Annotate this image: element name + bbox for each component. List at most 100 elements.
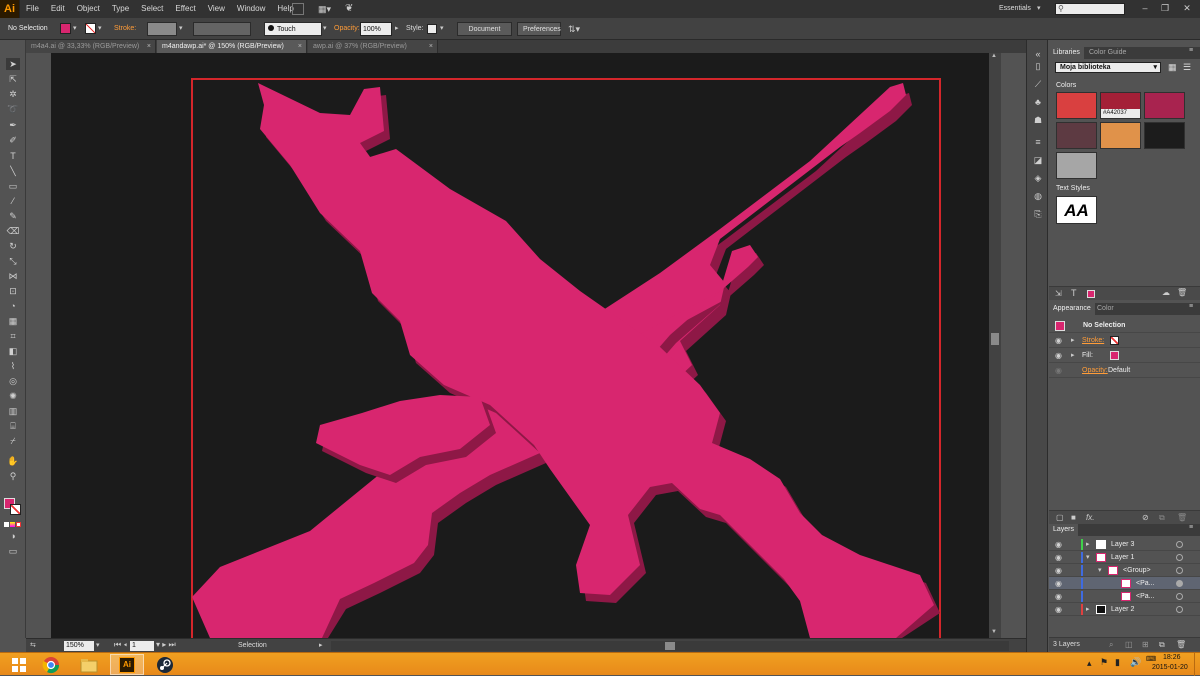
trash-icon[interactable]: 🗑 [1177,288,1187,297]
first-artboard-icon[interactable]: ⏮ ◂ [114,640,127,650]
menu-file[interactable]: File [20,0,45,18]
eye-icon[interactable]: ◉ [1055,333,1062,348]
graphic-style-swatch[interactable] [427,24,437,34]
start-button[interactable] [2,654,36,675]
explorer-taskbar-button[interactable] [72,654,106,675]
color-mode-icons[interactable] [4,520,22,527]
stroke-swatch[interactable] [85,23,96,34]
line-tool-icon[interactable]: ╲ [6,165,20,177]
tab-color-guide[interactable]: Color Guide [1085,47,1130,59]
layer-name[interactable]: <Group> [1123,564,1151,577]
menu-select[interactable]: Select [135,0,169,18]
layer-row[interactable]: ◉ ▸ Layer 3 [1049,538,1200,551]
artwork[interactable] [26,53,989,638]
layer-row[interactable]: ◉ ▾ <Group> [1049,564,1200,577]
perspective-grid-tool-icon[interactable]: ▦ [6,315,20,327]
expand-panels-icon[interactable]: « [1032,48,1044,60]
color-swatch[interactable] [1144,122,1185,149]
tab-libraries[interactable]: Libraries [1049,47,1084,59]
add-stroke-icon[interactable]: ▢ [1056,513,1064,522]
library-dropdown[interactable]: Moja biblioteka ▾ [1055,62,1161,73]
stroke-label[interactable]: Stroke: [114,22,136,36]
menu-window[interactable]: Window [231,0,271,18]
rectangle-tool-icon[interactable]: ▭ [6,180,20,192]
eye-icon[interactable]: ◉ [1055,590,1062,603]
add-graphic-icon[interactable]: ⇲ [1055,289,1062,298]
menu-object[interactable]: Object [71,0,106,18]
layer-name[interactable]: <Pa... [1136,577,1154,590]
canvas-area[interactable] [26,53,989,638]
chevron-right-icon[interactable]: ▸ [1071,348,1075,363]
pen-tool-icon[interactable]: ✒ [6,119,20,131]
artboards-icon[interactable]: ▯ [1032,60,1044,72]
color-swatch[interactable] [1144,92,1185,119]
column-graph-tool-icon[interactable]: ▥ [6,405,20,417]
selection-tool-icon[interactable]: ➤ [6,58,20,70]
target-icon[interactable] [1176,580,1183,587]
export-icon[interactable]: ⎘ [1032,208,1044,220]
preferences-button[interactable]: Preferences [517,22,561,36]
gpu-performance-icon[interactable]: ❦ [345,3,353,14]
type-tool-icon[interactable]: T [6,150,20,162]
appearance-opacity-row[interactable]: ◉ Opacity: Default [1049,363,1200,378]
tab-m4a4[interactable]: m4a4.ai @ 33,33% (RGB/Preview) × [26,40,156,53]
rotate-tool-icon[interactable]: ↻ [6,240,20,252]
panel-menu-icon[interactable]: ≡ [1189,524,1193,531]
minimize-button[interactable]: ‒ [1136,2,1154,14]
document-setup-button[interactable]: Document Setup [457,22,512,47]
chevron-down-icon[interactable]: ▾ [323,22,327,36]
eye-icon[interactable]: ◉ [1055,551,1062,564]
arrange-documents-icon[interactable]: ▦▾ [318,4,334,14]
vertical-scrollbar[interactable]: ▲ ▼ [989,53,1001,638]
chevron-right-icon[interactable]: ▸ [319,641,323,649]
target-icon[interactable] [1176,554,1183,561]
appearance-fill-row[interactable]: ◉ ▸ Fill: [1049,348,1200,363]
cloud-sync-icon[interactable]: ☁ [1162,288,1170,297]
slice-tool-icon[interactable]: ⌿ [6,435,20,447]
add-effect-icon[interactable]: fx. [1086,513,1094,522]
stroke-color-icon[interactable] [10,504,21,515]
grid-view-icon[interactable]: ▦ [1168,62,1177,73]
eye-icon[interactable]: ◉ [1055,363,1062,378]
close-icon[interactable]: × [298,40,302,53]
chevron-down-icon[interactable]: ▾ [440,22,444,36]
zoom-field[interactable]: 150% [64,641,94,651]
chevron-right-icon[interactable]: ▸ [1086,603,1090,616]
artboard-nav-icon[interactable]: ⇆ [30,641,36,649]
show-hidden-icons[interactable]: ▴ [1087,658,1092,669]
artboard-number-field[interactable]: 1 [130,641,154,651]
scroll-down-icon[interactable]: ▼ [991,629,997,635]
direct-selection-tool-icon[interactable]: ⇱ [6,73,20,85]
volume-icon[interactable]: 🔊 [1130,657,1141,668]
tab-awp[interactable]: awp.ai @ 37% (RGB/Preview) × [308,40,438,53]
target-icon[interactable] [1176,606,1183,613]
chevron-down-icon[interactable]: ▾ [73,22,77,36]
layer-name[interactable]: Layer 3 [1111,538,1134,551]
layer-name[interactable]: <Pa... [1136,590,1154,603]
variable-width-profile[interactable] [193,22,251,36]
eraser-tool-icon[interactable]: ⌫ [6,225,20,237]
clock-date[interactable]: 2015-01-20 [1152,664,1188,671]
curvature-tool-icon[interactable]: ✐ [6,134,20,146]
opacity-label[interactable]: Opacity: [1082,363,1108,378]
workspace-switcher[interactable]: Essentials [999,5,1031,12]
chevron-down-icon[interactable]: ▾ [1098,564,1102,577]
chrome-taskbar-button[interactable] [34,654,68,675]
trash-icon[interactable]: 🗑 [1176,640,1186,649]
color-swatch[interactable] [1056,152,1097,179]
symbol-sprayer-tool-icon[interactable]: ✺ [6,390,20,402]
show-desktop-button[interactable] [1194,653,1200,676]
color-swatch[interactable] [1056,122,1097,149]
align-icon[interactable]: ≡ [1032,136,1044,148]
scrollbar-thumb[interactable] [991,333,999,345]
graphic-styles-icon[interactable]: ☗ [1032,114,1044,126]
opacity-label[interactable]: Opacity: [334,22,360,36]
lasso-tool-icon[interactable]: ➰ [6,103,20,115]
target-icon[interactable] [1176,541,1183,548]
eyedropper-tool-icon[interactable]: ⌇ [6,360,20,372]
menu-effect[interactable]: Effect [169,0,201,18]
eye-icon[interactable]: ◉ [1055,577,1062,590]
transparency-icon[interactable]: ◪ [1032,154,1044,166]
close-icon[interactable]: × [147,40,151,53]
screen-mode-icon[interactable]: ▭ [6,545,20,557]
